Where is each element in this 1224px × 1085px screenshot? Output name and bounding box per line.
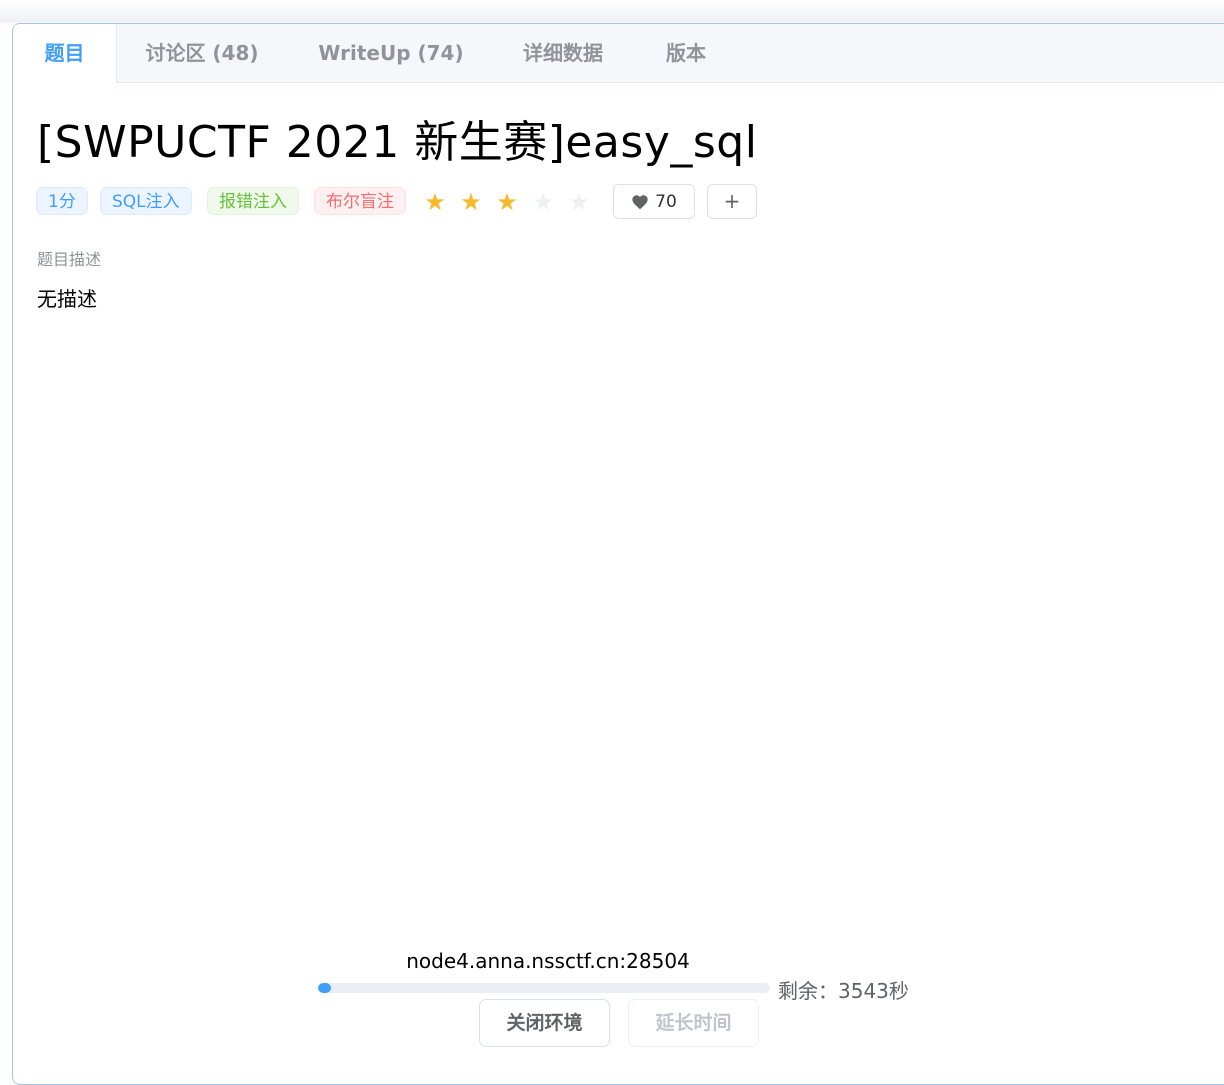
like-button[interactable]: 70 xyxy=(613,184,695,219)
star-icon[interactable]: ★ xyxy=(423,187,447,217)
tag-sql-injection[interactable]: SQL注入 xyxy=(100,187,192,215)
tab-discussion[interactable]: 讨论区 (48) xyxy=(117,24,287,82)
close-environment-button[interactable]: 关闭环境 xyxy=(479,999,610,1047)
heart-icon xyxy=(632,194,648,209)
time-progress-bar xyxy=(318,983,770,993)
environment-host[interactable]: node4.anna.nssctf.cn:28504 xyxy=(318,949,778,973)
tab-version[interactable]: 版本 xyxy=(643,24,729,82)
tab-bar: 题目 讨论区 (48) WriteUp (74) 详细数据 版本 xyxy=(13,24,1224,83)
like-count: 70 xyxy=(655,191,677,212)
tab-writeup[interactable]: WriteUp (74) xyxy=(303,24,479,82)
star-icon[interactable]: ★ xyxy=(567,187,591,217)
tag-error-injection[interactable]: 报错注入 xyxy=(207,187,299,215)
tab-details[interactable]: 详细数据 xyxy=(498,24,628,82)
extend-time-button[interactable]: 延长时间 xyxy=(628,999,759,1047)
remaining-time: 剩余：3543秒 xyxy=(778,979,909,1003)
page-title: [SWPUCTF 2021 新生赛]easy_sql xyxy=(37,117,758,168)
tab-problem[interactable]: 题目 xyxy=(13,24,117,83)
top-bar xyxy=(0,0,1224,22)
add-button[interactable]: + xyxy=(707,184,757,219)
tag-boolean-blind[interactable]: 布尔盲注 xyxy=(314,187,406,215)
star-icon[interactable]: ★ xyxy=(459,187,483,217)
star-icon[interactable]: ★ xyxy=(531,187,555,217)
problem-card: 题目 讨论区 (48) WriteUp (74) 详细数据 版本 [SWPUCT… xyxy=(12,23,1224,1085)
tag-score[interactable]: 1分 xyxy=(36,187,88,215)
time-progress-fill xyxy=(318,983,331,993)
description-text: 无描述 xyxy=(37,287,97,311)
star-icon[interactable]: ★ xyxy=(495,187,519,217)
description-label: 题目描述 xyxy=(37,250,102,269)
